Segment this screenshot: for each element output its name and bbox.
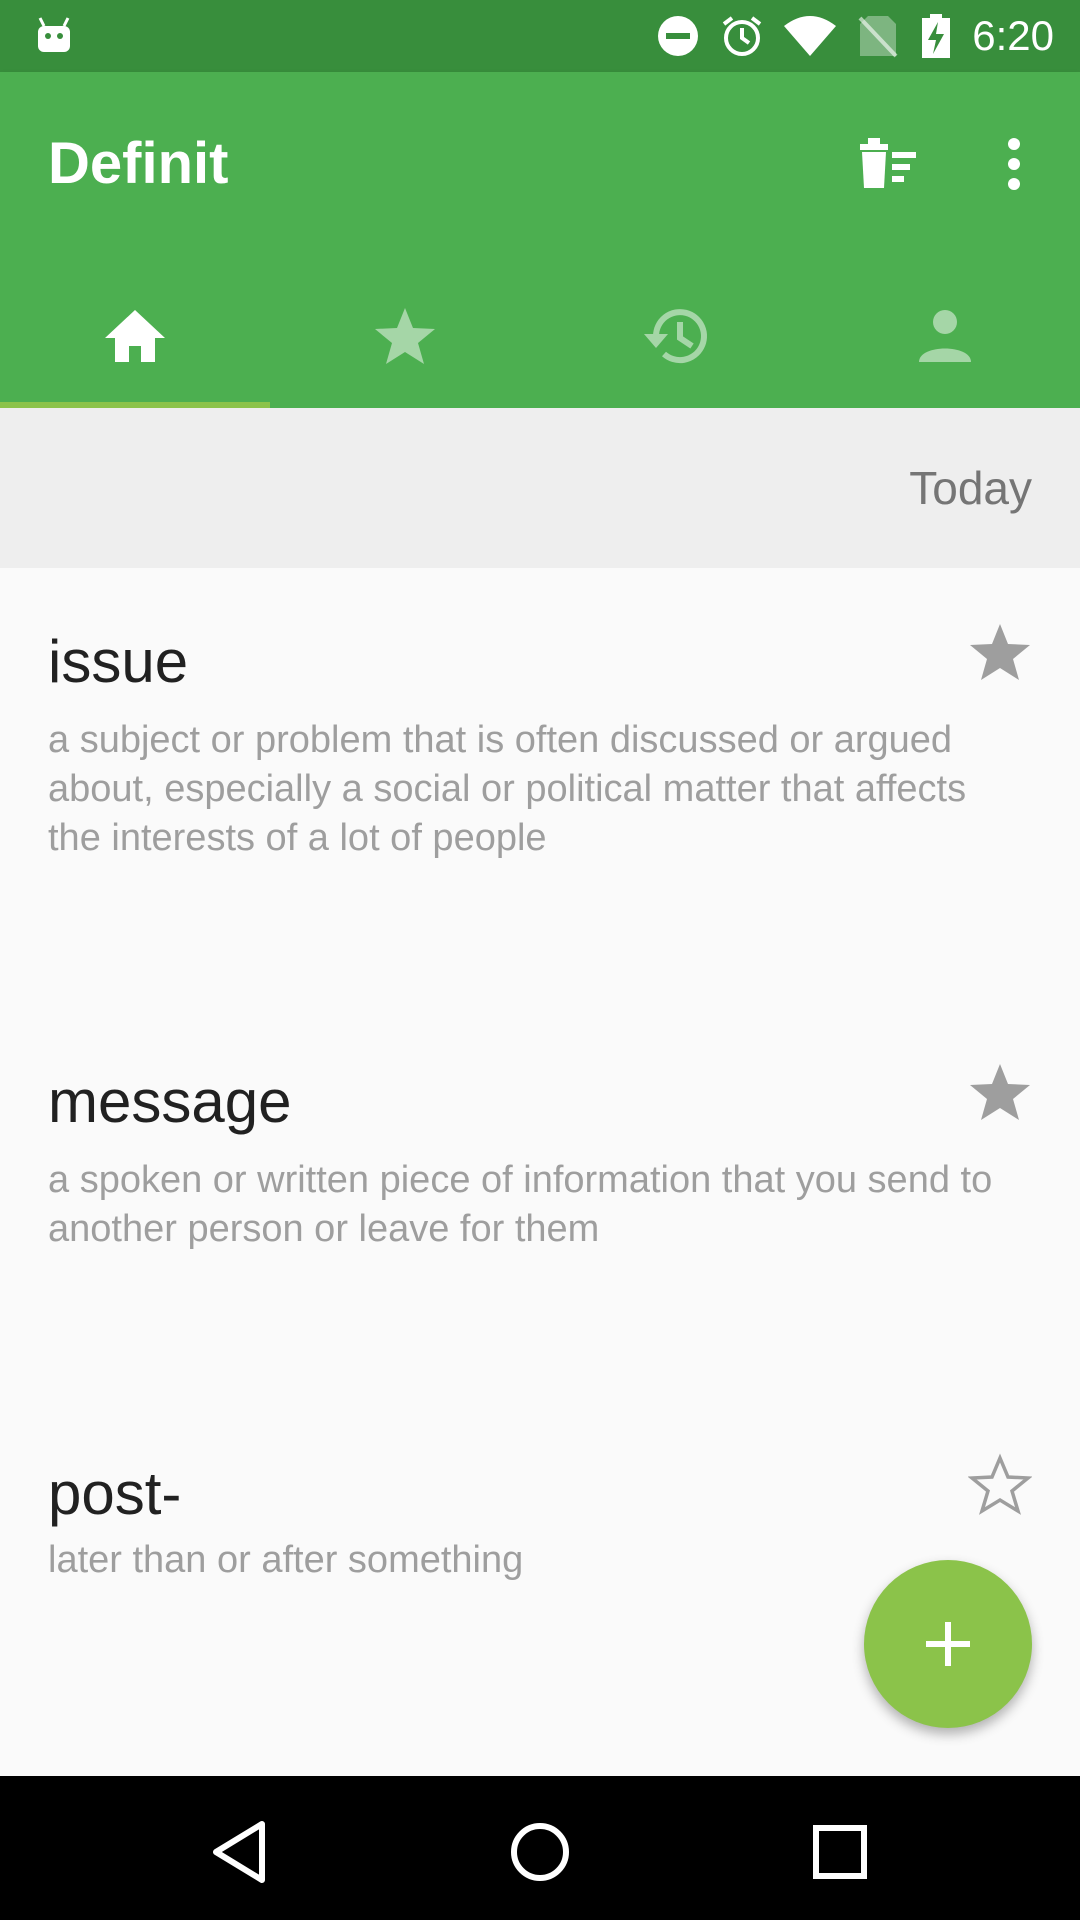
- do-not-disturb-icon: [658, 16, 698, 56]
- android-icon: [38, 17, 70, 52]
- star-outline-icon[interactable]: [968, 1452, 1032, 1516]
- no-sim-icon: [858, 16, 898, 58]
- more-vert-icon: [1008, 138, 1020, 190]
- tab-favorites[interactable]: [270, 264, 540, 408]
- wifi-icon: [784, 16, 836, 56]
- word-title: message: [48, 1068, 292, 1135]
- section-header: Today: [0, 408, 1080, 568]
- tab-home[interactable]: [0, 264, 270, 408]
- word-definition: a subject or problem that is often discu…: [48, 719, 967, 859]
- person-icon: [919, 310, 971, 362]
- home-circle-icon[interactable]: [500, 1812, 580, 1892]
- home-icon: [105, 310, 165, 362]
- star-icon[interactable]: [968, 1060, 1032, 1124]
- back-icon[interactable]: [200, 1812, 280, 1892]
- word-title: issue: [48, 628, 189, 695]
- navigation-bar: [0, 1776, 1080, 1920]
- add-word-fab[interactable]: [864, 1560, 1032, 1728]
- section-label: Today: [909, 462, 1032, 514]
- tab-bar: [0, 264, 1080, 408]
- add-icon: [926, 1622, 970, 1666]
- more-options-button[interactable]: [970, 120, 1058, 208]
- word-definition: later than or after something: [48, 1539, 524, 1581]
- battery-charging-icon: [922, 14, 950, 58]
- star-icon: [375, 308, 435, 364]
- star-icon[interactable]: [968, 620, 1032, 684]
- alarm-icon: [722, 16, 762, 56]
- list-item[interactable]: message a spoken or written piece of inf…: [0, 1008, 1080, 1400]
- list-item[interactable]: issue a subject or problem that is often…: [0, 568, 1080, 1008]
- status-clock: 6:20: [972, 12, 1054, 59]
- clear-list-icon: [860, 138, 916, 188]
- history-icon: [644, 309, 707, 364]
- tab-profile[interactable]: [810, 264, 1080, 408]
- status-bar: 6:20: [0, 0, 1080, 72]
- app-bar: Definit: [0, 72, 1080, 408]
- word-definition: a spoken or written piece of information…: [48, 1159, 993, 1250]
- recents-icon[interactable]: [800, 1812, 880, 1892]
- tab-history[interactable]: [540, 264, 810, 408]
- clear-list-button[interactable]: [844, 120, 932, 208]
- word-title: post-: [48, 1460, 182, 1527]
- app-title: Definit: [48, 131, 229, 196]
